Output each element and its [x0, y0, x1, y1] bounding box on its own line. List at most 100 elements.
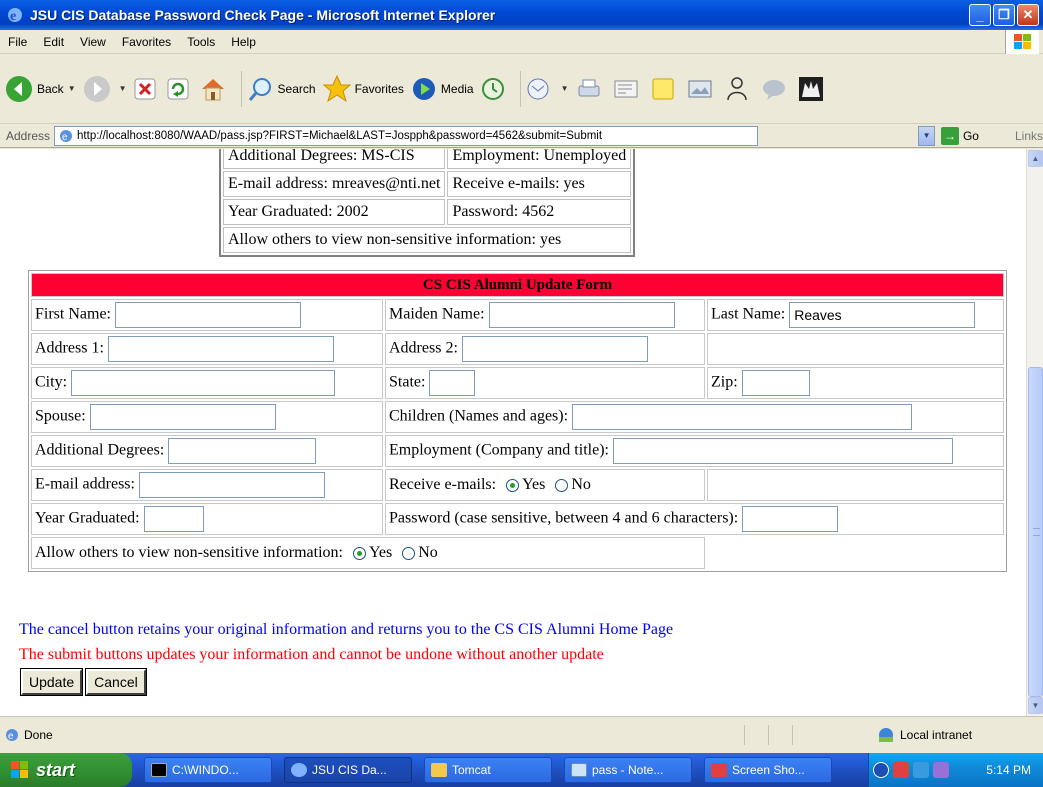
cancel-button[interactable]: Cancel	[85, 668, 147, 696]
last-name-input[interactable]: Reaves	[789, 302, 976, 328]
city-label: City:	[35, 373, 68, 391]
menu-favorites[interactable]: Favorites	[114, 35, 179, 49]
alumni-info-table: Additional Degrees: MS-CIS Employment: U…	[219, 149, 636, 257]
address1-input[interactable]	[107, 336, 334, 362]
toolbar: Back ▼ ▼ Search Favorites Media ▼	[0, 54, 1043, 124]
address-label: Address	[6, 128, 51, 143]
allow-yes-radio[interactable]	[352, 546, 366, 560]
address2-input[interactable]	[461, 336, 648, 362]
favorites-label: Favorites	[354, 81, 404, 96]
address-input[interactable]: e http://localhost:8080/WAAD/pass.jsp?FI…	[54, 125, 759, 146]
image-icon	[688, 80, 712, 97]
update-button[interactable]: Update	[19, 668, 84, 696]
research-button[interactable]	[686, 76, 717, 102]
employment-input[interactable]	[612, 438, 953, 464]
back-label: Back	[37, 81, 64, 96]
tomcat-button[interactable]	[797, 75, 828, 103]
menu-tools[interactable]: Tools	[179, 35, 223, 49]
mail-button[interactable]: ▼	[526, 76, 569, 102]
tray-utility-icon[interactable]	[933, 762, 949, 778]
forward-button[interactable]: ▼	[82, 74, 127, 104]
tray-network-icon[interactable]	[913, 762, 929, 778]
title-bar: e JSU CIS Database Password Check Page -…	[0, 0, 1043, 30]
links-button[interactable]: Links	[1015, 129, 1043, 143]
forward-arrow-icon	[83, 75, 110, 102]
address-url: http://localhost:8080/WAAD/pass.jsp?FIRS…	[77, 129, 603, 142]
home-icon	[201, 78, 224, 100]
chat-button[interactable]	[760, 76, 791, 102]
scroll-down-icon[interactable]: ▼	[1028, 697, 1043, 714]
close-button[interactable]: ✕	[1017, 4, 1039, 26]
vertical-scrollbar[interactable]: ▲ ▼	[1026, 149, 1043, 716]
menu-view[interactable]: View	[72, 35, 114, 49]
minimize-button[interactable]: _	[969, 4, 991, 26]
additional-degrees-input[interactable]	[168, 438, 317, 464]
last-name-label: Last Name:	[711, 305, 786, 323]
home-button[interactable]	[199, 76, 230, 102]
print-icon	[578, 79, 600, 96]
info-year: Year Graduated: 2002	[223, 199, 446, 225]
menu-help[interactable]: Help	[223, 35, 264, 49]
back-button[interactable]: Back ▼	[4, 74, 76, 104]
local-intranet-icon	[879, 728, 893, 742]
task-tomcat[interactable]: Tomcat	[424, 757, 552, 783]
children-input[interactable]	[572, 404, 913, 430]
receive-emails-label: Receive e-mails:	[389, 476, 497, 493]
info-receive: Receive e-mails: yes	[447, 171, 632, 197]
receive-no-radio[interactable]	[555, 478, 569, 492]
task-label: JSU CIS Da...	[312, 763, 387, 777]
task-notepad[interactable]: pass - Note...	[564, 757, 692, 783]
first-name-input[interactable]	[115, 302, 301, 328]
maiden-name-input[interactable]	[488, 302, 675, 328]
email-label: E-mail address:	[35, 475, 135, 493]
task-screenshot[interactable]: Screen Sho...	[704, 757, 832, 783]
status-text: Done	[24, 728, 53, 742]
start-label: start	[36, 759, 76, 780]
edit-button[interactable]	[612, 76, 643, 102]
receive-yes-radio[interactable]	[506, 478, 520, 492]
task-label: Screen Sho...	[732, 763, 805, 777]
start-button[interactable]: start	[0, 753, 132, 787]
go-button[interactable]: → Go	[940, 126, 979, 145]
media-label: Media	[440, 81, 474, 96]
spouse-input[interactable]	[89, 404, 276, 430]
address-dropdown-icon[interactable]: ▼	[918, 125, 935, 146]
allow-view-label: Allow others to view non-sensitive infor…	[35, 544, 343, 561]
spouse-label: Spouse:	[35, 407, 86, 425]
allow-yes-label: Yes	[368, 544, 393, 561]
messenger-button[interactable]	[723, 75, 754, 103]
scroll-up-icon[interactable]: ▲	[1028, 150, 1043, 167]
info-password: Password: 4562	[447, 199, 632, 225]
tray-expand-icon[interactable]	[873, 762, 889, 778]
tray-app-icon[interactable]	[893, 762, 909, 778]
email-input[interactable]	[138, 472, 325, 498]
menu-edit[interactable]: Edit	[35, 35, 72, 49]
scroll-thumb[interactable]	[1028, 367, 1043, 697]
stop-button[interactable]	[133, 77, 160, 101]
refresh-button[interactable]	[166, 77, 193, 101]
submit-note: The submit buttons updates your informat…	[19, 646, 604, 663]
address-bar: Address e http://localhost:8080/WAAD/pas…	[0, 124, 1043, 148]
media-button[interactable]: Media	[410, 75, 474, 103]
task-ie[interactable]: JSU CIS Da...	[284, 757, 412, 783]
print-button[interactable]	[575, 76, 606, 102]
taskbar: start C:\WINDO... JSU CIS Da... Tomcat p…	[0, 753, 1043, 787]
state-input[interactable]	[429, 370, 476, 396]
restore-button[interactable]: ❐	[993, 4, 1015, 26]
city-input[interactable]	[71, 370, 336, 396]
year-graduated-label: Year Graduated:	[35, 509, 140, 527]
menu-file[interactable]: File	[0, 35, 35, 49]
year-graduated-input[interactable]	[143, 506, 204, 532]
password-input[interactable]	[742, 506, 839, 532]
first-name-label: First Name:	[35, 305, 111, 323]
discuss-button[interactable]	[649, 76, 680, 102]
zip-input[interactable]	[741, 370, 810, 396]
status-bar: e Done Local intranet	[0, 716, 1043, 753]
allow-no-radio[interactable]	[402, 546, 416, 560]
search-button[interactable]: Search	[247, 75, 316, 103]
history-button[interactable]	[480, 76, 509, 102]
task-cmd[interactable]: C:\WINDO...	[144, 757, 272, 783]
folder-icon	[431, 763, 447, 777]
cancel-note: The cancel button retains your original …	[19, 621, 674, 638]
favorites-button[interactable]: Favorites	[322, 74, 404, 104]
